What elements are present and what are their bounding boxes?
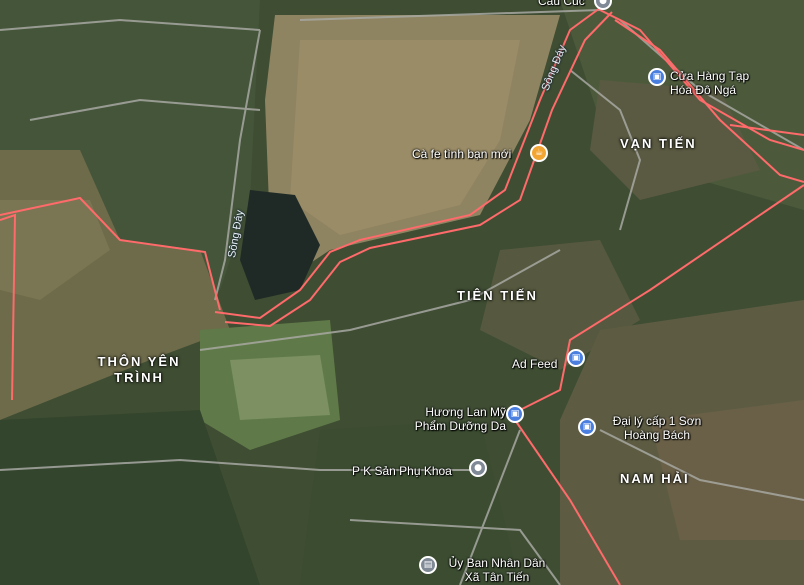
government-building-icon[interactable]: ▤ (419, 556, 437, 574)
place-label-uy-ban[interactable]: Ủy Ban Nhân Dân Xã Tân Tiến (442, 556, 552, 584)
place-label-pk[interactable]: P K Sản Phụ Khoa (352, 464, 452, 478)
area-label-nam-hai: NAM HẢI (620, 471, 690, 486)
map-pin-icon[interactable]: ● (469, 459, 487, 477)
area-label-tien-tien: TIÊN TIẾN (457, 288, 538, 303)
area-label-van-tien: VẠN TIẾN (620, 136, 697, 151)
coffee-cup-icon[interactable]: ☕ (530, 144, 548, 162)
shopping-bag-icon[interactable]: ▣ (506, 405, 524, 423)
place-label-ad-feed[interactable]: Ad Feed (512, 357, 557, 371)
place-label-dai-ly[interactable]: Đại lý cấp 1 Sơn Hoàng Bách (602, 414, 712, 442)
shopping-bag-icon[interactable]: ▣ (648, 68, 666, 86)
shopping-bag-icon[interactable]: ▣ (567, 349, 585, 367)
shopping-bag-icon[interactable]: ▣ (578, 418, 596, 436)
place-label-cua-hang[interactable]: Cửa Hàng Tạp Hóa Đô Ngá (670, 69, 770, 97)
satellite-map[interactable]: Sông Đáy Sông Đáy VẠN TIẾN TIÊN TIẾN THÔ… (0, 0, 804, 585)
place-label-ca-fe[interactable]: Cà fe tình bạn mới (412, 147, 511, 161)
place-label-huong-lan[interactable]: Hương Lan Mỹ Phẩm Dưỡng Da (410, 405, 506, 433)
place-label-cau-cuc[interactable]: Cầu Cúc (538, 0, 585, 8)
area-label-thon-yen-trinh: THÔN YÊN TRÌNH (97, 354, 181, 385)
